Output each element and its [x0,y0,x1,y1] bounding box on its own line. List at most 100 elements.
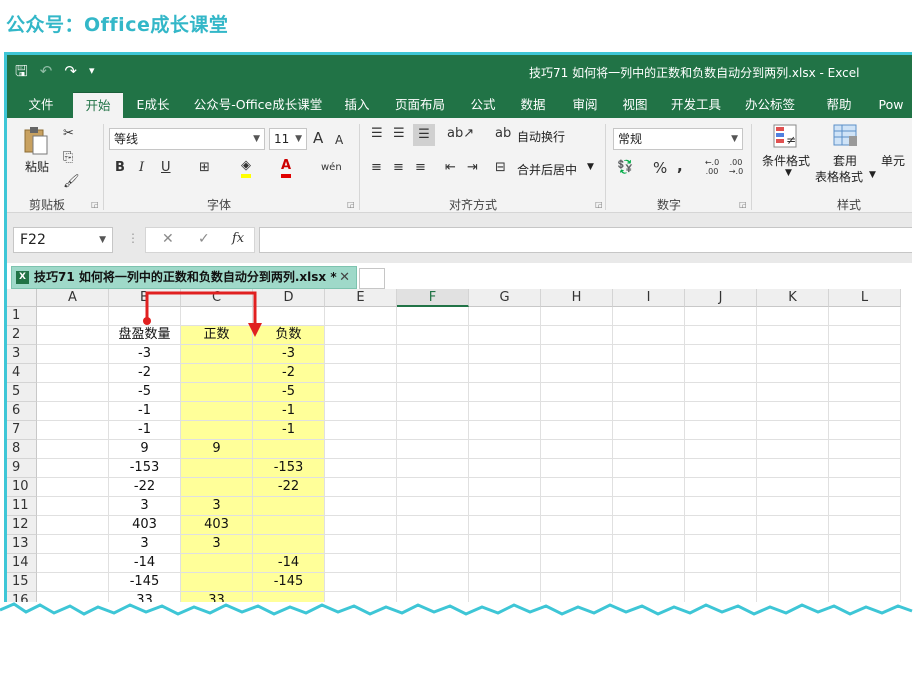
cell-a15[interactable] [37,573,109,592]
column-header-e[interactable]: E [325,289,397,307]
cell-e5[interactable] [325,383,397,402]
workbook-tab[interactable]: X 技巧71 如何将一列中的正数和负数自动分到两列.xlsx * ✕ [11,266,357,289]
cell-i13[interactable] [613,535,685,554]
cell-a2[interactable] [37,326,109,345]
cell-d9[interactable]: -153 [253,459,325,478]
cell-h2[interactable] [541,326,613,345]
cell-e11[interactable] [325,497,397,516]
column-header-a[interactable]: A [37,289,109,307]
cell-c10[interactable] [181,478,253,497]
cell-b5[interactable]: -5 [109,383,181,402]
cell-a6[interactable] [37,402,109,421]
cell-d10[interactable]: -22 [253,478,325,497]
cell-e8[interactable] [325,440,397,459]
cell-d13[interactable] [253,535,325,554]
cell-e7[interactable] [325,421,397,440]
cell-f4[interactable] [397,364,469,383]
increase-decimal-button[interactable]: ←.0 .00 [701,158,723,176]
cell-b7[interactable]: -1 [109,421,181,440]
cell-d6[interactable]: -1 [253,402,325,421]
tab-page-layout[interactable]: 页面布局 [387,92,453,118]
font-name-select[interactable]: 等线 ▼ [109,128,265,150]
cell-i4[interactable] [613,364,685,383]
cell-a13[interactable] [37,535,109,554]
name-box[interactable]: F22 ▼ [13,227,113,253]
percent-button[interactable]: % [653,160,667,176]
cell-g12[interactable] [469,516,541,535]
merge-center-button[interactable]: 合并后居中 [517,161,577,178]
tab-e-growth[interactable]: E成长 [131,92,175,118]
insert-function-icon[interactable]: fx [232,231,244,246]
cell-c14[interactable] [181,554,253,573]
cell-d5[interactable]: -5 [253,383,325,402]
column-header-f[interactable]: F [397,289,469,307]
tab-review[interactable]: 审阅 [565,92,605,118]
cell-b15[interactable]: -145 [109,573,181,592]
tab-data[interactable]: 数据 [513,92,553,118]
paste-button[interactable]: 粘贴 [25,158,49,175]
tab-file[interactable]: 文件 [21,92,61,118]
cell-g6[interactable] [469,402,541,421]
cell-j8[interactable] [685,440,757,459]
cell-d1[interactable] [253,307,325,326]
cell-g15[interactable] [469,573,541,592]
cell-k4[interactable] [757,364,829,383]
cell-i6[interactable] [613,402,685,421]
number-launcher-icon[interactable]: ◲ [739,200,747,209]
chevron-down-icon[interactable]: ▼ [785,168,792,178]
cell-c2[interactable]: 正数 [181,326,253,345]
alignment-launcher-icon[interactable]: ◲ [595,200,603,209]
cell-k2[interactable] [757,326,829,345]
select-all-corner[interactable] [7,289,37,307]
cell-a7[interactable] [37,421,109,440]
row-header[interactable]: 11 [7,497,37,516]
cell-l10[interactable] [829,478,901,497]
cell-k7[interactable] [757,421,829,440]
clipboard-launcher-icon[interactable]: ◲ [91,200,99,209]
cancel-icon[interactable]: ✕ [162,231,174,247]
cell-j3[interactable] [685,345,757,364]
undo-icon[interactable]: ↶ [40,62,53,80]
cell-e6[interactable] [325,402,397,421]
cell-j12[interactable] [685,516,757,535]
cell-i2[interactable] [613,326,685,345]
row-header[interactable]: 12 [7,516,37,535]
cell-k10[interactable] [757,478,829,497]
cell-h12[interactable] [541,516,613,535]
cell-l1[interactable] [829,307,901,326]
cell-e3[interactable] [325,345,397,364]
row-header[interactable]: 13 [7,535,37,554]
cell-c6[interactable] [181,402,253,421]
cell-g4[interactable] [469,364,541,383]
cell-a4[interactable] [37,364,109,383]
cell-i11[interactable] [613,497,685,516]
column-header-h[interactable]: H [541,289,613,307]
chevron-down-icon[interactable]: ▼ [869,170,876,180]
cell-styles-button[interactable]: 单元 [881,152,905,169]
cell-i9[interactable] [613,459,685,478]
align-bottom-icon[interactable]: ☰ [413,124,435,146]
row-header[interactable]: 3 [7,345,37,364]
font-size-select[interactable]: 11 ▼ [269,128,307,150]
increase-indent-icon[interactable]: ⇥ [467,160,478,176]
cell-b14[interactable]: -14 [109,554,181,573]
fill-color-icon[interactable]: ◈ [241,158,251,178]
save-icon[interactable]: 🖫 [15,62,28,80]
cell-a9[interactable] [37,459,109,478]
cell-i12[interactable] [613,516,685,535]
cell-k13[interactable] [757,535,829,554]
format-painter-icon[interactable]: 🖌 [63,174,80,190]
cell-h6[interactable] [541,402,613,421]
cell-d2[interactable]: 负数 [253,326,325,345]
cell-l11[interactable] [829,497,901,516]
align-right-icon[interactable]: ≡ [415,160,426,176]
cell-h1[interactable] [541,307,613,326]
cell-f5[interactable] [397,383,469,402]
align-middle-icon[interactable]: ☰ [393,126,405,142]
cell-h14[interactable] [541,554,613,573]
cell-h10[interactable] [541,478,613,497]
cell-d14[interactable]: -14 [253,554,325,573]
cell-a10[interactable] [37,478,109,497]
row-header[interactable]: 9 [7,459,37,478]
wrap-text-icon[interactable]: ab [495,126,511,142]
